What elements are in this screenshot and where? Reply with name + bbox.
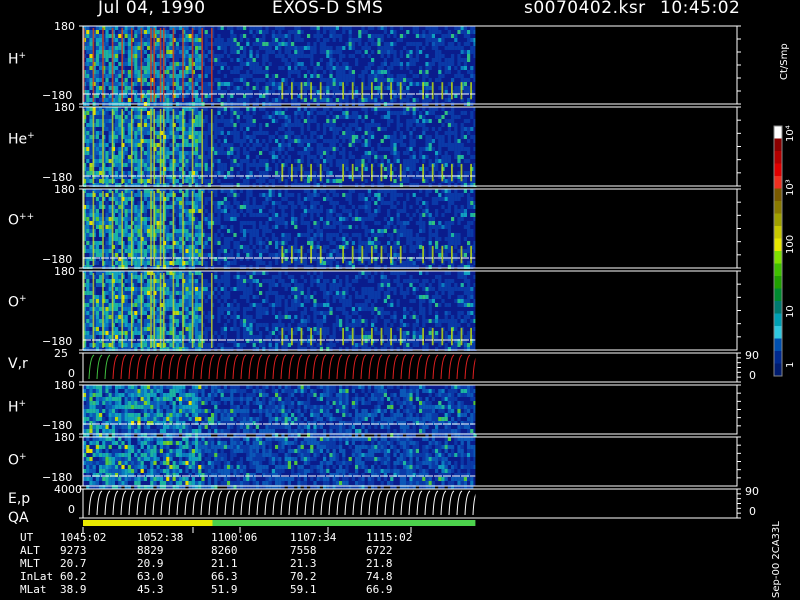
panel-7-right-tick-top: 90 [745,485,759,498]
panel-0-ytick-bottom: −180 [42,89,73,102]
panel-6-ytick-top: 180 [54,431,75,444]
colorbar-tick-0: 10⁴ [785,125,796,142]
panel-6-ytick-bottom: −180 [42,471,73,484]
panel-1-no-data [475,107,737,186]
colorbar-segment [774,176,782,189]
colorbar-segment [774,351,782,364]
colorbar-segment [774,138,782,152]
qa-bar-yellow [83,520,213,526]
qa-bar-green [212,520,476,526]
ephem-cell: 21.3 [290,557,317,570]
ephem-cell: 1115:02 [366,531,413,544]
colorbar-unit: Ct/Smp [779,43,790,80]
panel-label-2: O++ [8,212,35,229]
panel-5-ytick-top: 180 [54,379,75,392]
colorbar-segment [774,226,782,239]
spectrogram-plot [79,25,783,533]
ephem-cell: 7558 [290,544,317,557]
colorbar-segment [774,201,782,214]
colorbar-segment [774,151,782,164]
panel-3-ytick-bottom: −180 [42,335,73,348]
panel-7-right-tick-bottom: 0 [749,505,756,518]
ephem-cell: 20.9 [137,557,164,570]
ephem-cell: 6722 [366,544,393,557]
ephem-cell: 9273 [60,544,87,557]
ephem-cell: 66.9 [366,583,393,596]
panel-label-5: H+ [8,399,27,416]
colorbar-segment [774,313,782,327]
panel-2-ytick-bottom: −180 [42,253,73,266]
ephem-row-label-mlat: MLat [20,583,47,596]
ephem-row-label-ut: UT [20,531,34,544]
ephem-cell: 59.1 [290,583,317,596]
ephem-cell: 8829 [137,544,164,557]
panel-1-ytick-top: 180 [54,101,75,114]
colorbar-segment [774,276,782,289]
panel-7-ytick-bottom: 0 [68,503,75,516]
ephem-cell: 21.8 [366,557,393,570]
colorbar-tick-2: 100 [785,234,796,254]
panel-7-no-data [475,489,737,518]
panel-label-6: O+ [8,452,27,469]
panel-0-no-data [475,26,737,104]
panel-7-ytick-top: 4000 [54,483,82,496]
ephem-cell: 70.2 [290,570,317,583]
ephem-cell: 45.3 [137,583,164,596]
colorbar-tick-4: 1 [785,361,796,368]
ephem-cell: 21.1 [211,557,238,570]
panel-5-ytick-bottom: −180 [42,419,73,432]
colorbar-tick-1: 10³ [785,179,796,196]
ephem-cell: 60.2 [60,570,87,583]
panel-2-ytick-top: 180 [54,183,75,196]
ephem-row-label-inlat: InLat [20,570,54,583]
ephem-cell: 66.3 [211,570,238,583]
qa-label: QA [8,510,29,526]
ephem-cell: 20.7 [60,557,87,570]
ephem-cell: 1052:38 [137,531,184,544]
ephem-cell: 8260 [211,544,238,557]
colorbar-segment [774,338,782,352]
ephem-cell: 38.9 [60,583,87,596]
colorbar-segment [774,163,782,177]
colorbar-segment [774,188,782,202]
panel-0-ytick-top: 180 [54,20,75,33]
ephem-row-label-mlt: MLT [20,557,40,570]
panel-label-4: V,r [8,356,28,372]
ephem-cell: 51.9 [211,583,238,596]
ephem-cell: 63.0 [137,570,164,583]
panel-2-no-data [475,189,737,268]
colorbar-segment [774,213,782,227]
panel-5-no-data [475,385,737,434]
panel-3-ytick-top: 180 [54,265,75,278]
colorbar-segment [774,363,782,377]
panel-6-no-data [475,437,737,486]
colorbar-segment [774,263,782,277]
ephem-cell: 74.8 [366,570,393,583]
colorbar-segment [774,251,782,264]
version-stamp: Sep-00 2CA33L [771,521,782,598]
colorbar-segment [774,326,782,339]
ephem-cell: 1100:06 [211,531,258,544]
colorbar-segment [774,238,782,252]
colorbar-segment [774,126,782,139]
ephem-cell: 1107:34 [290,531,337,544]
colorbar-segment [774,288,782,302]
panel-4-ytick-bottom: 0 [68,367,75,380]
panel-4-right-tick-top: 90 [745,349,759,362]
colorbar-segment [774,301,782,314]
panel-label-3: O+ [8,294,27,311]
panel-3-no-data [475,271,737,350]
ephem-cell: 1045:02 [60,531,107,544]
panel-4-ytick-top: 25 [54,347,68,360]
panel-4-right-tick-bottom: 0 [749,369,756,382]
colorbar-tick-3: 10 [785,305,796,318]
panel-label-1: He+ [8,131,35,148]
panel-1-ytick-bottom: −180 [42,171,73,184]
panel-label-0: H+ [8,51,27,68]
panel-4-no-data [475,353,737,382]
ephem-row-label-alt: ALT [20,544,40,557]
panel-label-7: E,p [8,491,31,507]
